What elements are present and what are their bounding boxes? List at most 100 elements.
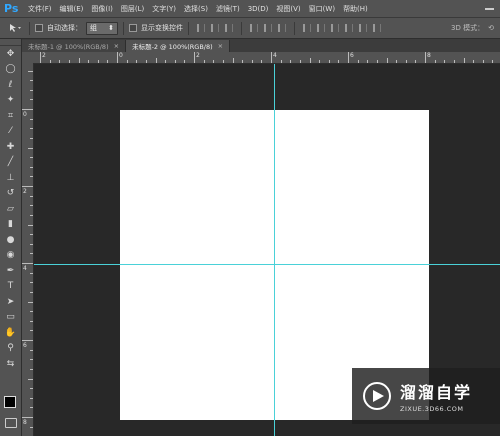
ruler-tick xyxy=(28,70,33,72)
menu-file[interactable]: 文件(F) xyxy=(28,4,52,14)
vertical-ruler[interactable]: 0 2 4 6 8 xyxy=(22,63,34,436)
path-selection-icon[interactable]: ➤ xyxy=(0,294,21,310)
menu-window[interactable]: 窗口(W) xyxy=(309,4,335,14)
quick-mask-icon[interactable] xyxy=(5,418,17,428)
dodge-icon[interactable]: ◉ xyxy=(0,248,21,264)
distribute-vcenter-icon[interactable] xyxy=(317,24,325,32)
ruler-tick xyxy=(40,52,41,63)
align-bottom-icon[interactable] xyxy=(225,24,233,32)
menu-edit[interactable]: 编辑(E) xyxy=(60,4,84,14)
3d-mode-label: 3D 模式： xyxy=(451,24,485,32)
ruler-tick xyxy=(463,58,465,63)
foreground-color-swatch[interactable] xyxy=(4,396,16,408)
clone-stamp-icon[interactable]: ⊥ xyxy=(0,170,21,186)
ruler-tick xyxy=(30,157,33,159)
blur-icon[interactable]: ● xyxy=(0,232,21,248)
3d-rotate-icon[interactable]: ⟲ xyxy=(488,24,494,32)
close-icon[interactable]: × xyxy=(218,42,223,50)
watermark-title: 溜溜自学 xyxy=(400,383,473,402)
hand-tool-icon[interactable]: ✋ xyxy=(0,325,21,341)
ruler-tick xyxy=(473,60,475,63)
marquee-tool-icon[interactable]: ◯ xyxy=(0,62,21,78)
ruler-tick xyxy=(30,176,33,178)
auto-select-checkbox[interactable] xyxy=(35,24,43,32)
ruler-tick xyxy=(49,60,51,63)
play-logo-icon xyxy=(363,382,391,410)
ruler-tick xyxy=(97,60,99,63)
ruler-tick xyxy=(30,272,33,274)
horizontal-guide[interactable] xyxy=(34,264,500,265)
ruler-label: 6 xyxy=(23,342,27,349)
tab-document-2[interactable]: 未标题-2 @ 100%(RGB/8) × xyxy=(126,40,231,52)
move-tool-icon[interactable]: ✥ xyxy=(0,46,21,62)
rectangle-tool-icon[interactable]: ▭ xyxy=(0,310,21,326)
brush-icon[interactable]: ╱ xyxy=(0,155,21,171)
ruler-tick xyxy=(328,60,330,63)
close-icon[interactable]: × xyxy=(114,42,119,50)
vertical-guide[interactable] xyxy=(274,64,275,436)
distribute-right-icon[interactable] xyxy=(373,24,381,32)
ruler-label: 6 xyxy=(350,52,354,59)
ruler-tick xyxy=(30,89,33,91)
menu-help[interactable]: 帮助(H) xyxy=(343,4,368,14)
ruler-tick xyxy=(386,58,388,63)
ruler-tick xyxy=(30,407,33,409)
ruler-tick xyxy=(117,52,118,63)
menu-select[interactable]: 选择(S) xyxy=(184,4,208,14)
auto-select-dropdown[interactable]: 组 ⬍ xyxy=(86,21,118,35)
show-transform-checkbox[interactable] xyxy=(129,24,137,32)
default-colors-icon[interactable]: ⇆ xyxy=(0,356,21,372)
healing-brush-icon[interactable]: ✚ xyxy=(0,139,21,155)
ruler-tick xyxy=(22,109,33,110)
distribute-top-icon[interactable] xyxy=(303,24,311,32)
ruler-tick xyxy=(213,60,215,63)
crop-tool-icon[interactable]: ⌗ xyxy=(0,108,21,124)
ruler-tick xyxy=(434,60,436,63)
align-right-icon[interactable] xyxy=(278,24,286,32)
ruler-tick xyxy=(145,60,147,63)
align-hcenter-icon[interactable] xyxy=(264,24,272,32)
menu-filter[interactable]: 滤镜(T) xyxy=(216,4,240,14)
ruler-tick xyxy=(22,186,33,187)
ruler-tick xyxy=(222,60,224,63)
menu-type[interactable]: 文字(Y) xyxy=(152,4,176,14)
ruler-tick xyxy=(425,52,426,63)
distribute-left-icon[interactable] xyxy=(345,24,353,32)
tab-document-1[interactable]: 未标题-1 @ 100%(RGB/8) × xyxy=(22,40,127,52)
ruler-label: 8 xyxy=(23,419,27,426)
magic-wand-icon[interactable]: ✦ xyxy=(0,93,21,109)
history-brush-icon[interactable]: ↺ xyxy=(0,186,21,202)
ruler-label: 0 xyxy=(23,111,27,118)
horizontal-ruler[interactable]: 20246810 xyxy=(34,52,500,64)
menu-3d[interactable]: 3D(D) xyxy=(248,5,269,13)
distribute-hcenter-icon[interactable] xyxy=(359,24,367,32)
align-top-icon[interactable] xyxy=(197,24,205,32)
eraser-icon[interactable]: ▱ xyxy=(0,201,21,217)
ruler-tick xyxy=(30,330,33,332)
align-left-icon[interactable] xyxy=(250,24,258,32)
lasso-tool-icon[interactable]: ℓ xyxy=(0,77,21,93)
menu-layer[interactable]: 图层(L) xyxy=(121,4,144,14)
ruler-tick xyxy=(28,147,33,149)
eyedropper-icon[interactable]: ⁄ xyxy=(0,124,21,140)
ruler-tick xyxy=(290,60,292,63)
type-tool-icon[interactable]: T xyxy=(0,279,21,295)
ruler-tick xyxy=(30,359,33,361)
zoom-tool-icon[interactable]: ⚲ xyxy=(0,341,21,357)
move-tool-icon[interactable] xyxy=(6,22,24,34)
ruler-tick xyxy=(271,52,272,63)
ruler-tick xyxy=(299,60,301,63)
menu-image[interactable]: 图像(I) xyxy=(91,4,113,14)
panel-grip[interactable] xyxy=(0,39,21,46)
ruler-tick xyxy=(30,368,33,370)
align-vcenter-icon[interactable] xyxy=(211,24,219,32)
ruler-tick xyxy=(30,166,33,168)
ruler-tick xyxy=(22,417,33,418)
pen-icon[interactable]: ✒ xyxy=(0,263,21,279)
gradient-icon[interactable]: ▮ xyxy=(0,217,21,233)
ruler-tick xyxy=(30,253,33,255)
distribute-bottom-icon[interactable] xyxy=(331,24,339,32)
menu-view[interactable]: 视图(V) xyxy=(276,4,300,14)
minimize-icon[interactable] xyxy=(485,7,494,10)
ruler-tick xyxy=(405,60,407,63)
